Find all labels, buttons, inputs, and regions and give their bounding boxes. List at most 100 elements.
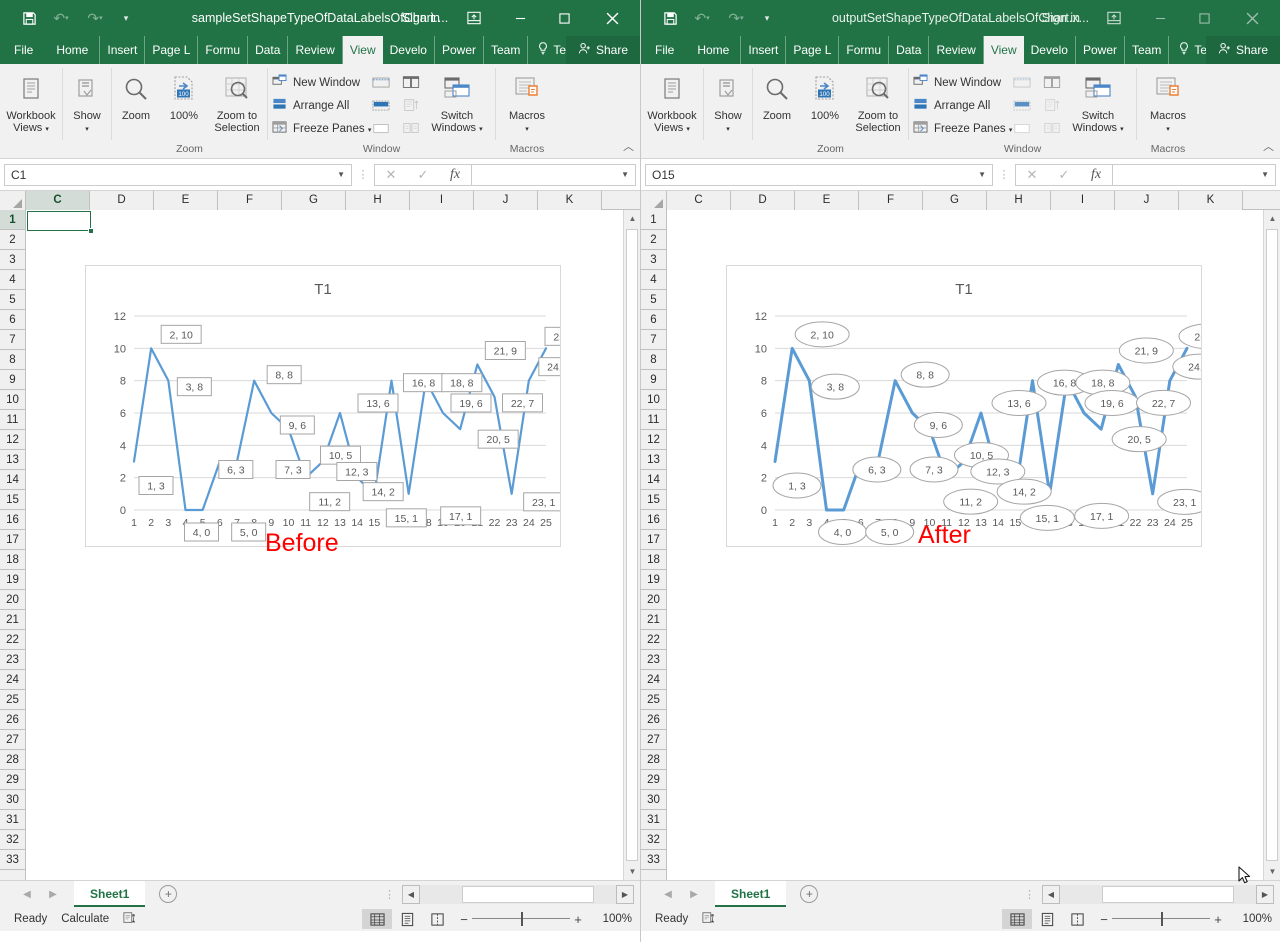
scroll-left-icon[interactable]: ◀: [402, 885, 420, 904]
row-header-2[interactable]: 2: [641, 230, 666, 250]
maximize-icon[interactable]: [544, 0, 584, 36]
row-header-25[interactable]: 25: [641, 690, 666, 710]
data-label[interactable]: 17, 1: [441, 507, 481, 525]
row-header-16[interactable]: 16: [0, 510, 25, 530]
zoom-out-icon[interactable]: −: [456, 912, 472, 927]
scroll-up-icon[interactable]: ▲: [624, 210, 640, 227]
row-header-20[interactable]: 20: [641, 590, 666, 610]
collapse-ribbon-icon[interactable]: ︿: [623, 138, 634, 154]
tab-insert[interactable]: Insert: [741, 36, 786, 64]
column-header-J[interactable]: J: [1115, 191, 1179, 210]
row-header-12[interactable]: 12: [0, 430, 25, 450]
row-header-18[interactable]: 18: [0, 550, 25, 570]
data-label[interactable]: 22, 7: [1137, 390, 1191, 415]
data-label[interactable]: 5, 0: [232, 523, 266, 541]
data-label[interactable]: 21, 9: [485, 342, 525, 360]
zoom-slider[interactable]: − +: [456, 909, 586, 929]
column-header-I[interactable]: I: [410, 191, 474, 210]
data-label[interactable]: 20, 5: [478, 430, 518, 448]
split-button[interactable]: [1007, 71, 1037, 94]
name-box[interactable]: C1 ▼: [4, 164, 352, 186]
data-label[interactable]: 1, 3: [139, 477, 173, 495]
row-header-5[interactable]: 5: [641, 290, 666, 310]
reset-window-position-button[interactable]: [1037, 117, 1067, 140]
row-header-24[interactable]: 24: [641, 670, 666, 690]
undo-icon[interactable]: ↶ ▾: [691, 0, 713, 36]
data-label[interactable]: 14, 2: [363, 483, 403, 501]
insert-function-icon[interactable]: fx: [439, 167, 471, 183]
tab-team[interactable]: Team: [484, 36, 527, 64]
freeze-panes-button[interactable]: Freeze Panes ▾: [909, 117, 1007, 140]
data-label[interactable]: 6, 3: [853, 457, 901, 482]
data-label[interactable]: 24, 8: [1173, 354, 1201, 379]
data-label[interactable]: 4, 0: [185, 523, 219, 541]
row-header-33[interactable]: 33: [0, 850, 25, 870]
tab-data[interactable]: Data: [248, 36, 288, 64]
row-header-29[interactable]: 29: [641, 770, 666, 790]
data-label[interactable]: 20, 5: [1112, 427, 1166, 452]
vertical-scroll-thumb[interactable]: [1266, 229, 1278, 861]
customize-qat-icon[interactable]: ▾: [118, 0, 134, 36]
data-label[interactable]: 16, 8: [404, 374, 444, 392]
row-header-19[interactable]: 19: [0, 570, 25, 590]
data-label[interactable]: 12, 3: [337, 463, 377, 481]
synchronous-scrolling-button[interactable]: [396, 94, 426, 117]
tab-page-layout[interactable]: Page L: [145, 36, 198, 64]
data-label[interactable]: 6, 3: [219, 461, 253, 479]
data-label[interactable]: 19, 6: [451, 394, 491, 412]
data-label[interactable]: 23, 1: [524, 493, 560, 511]
page-layout-view-icon[interactable]: [392, 909, 422, 929]
new-window-button[interactable]: New Window: [268, 71, 366, 94]
row-header-5[interactable]: 5: [0, 290, 25, 310]
data-label[interactable]: 21, 9: [1119, 338, 1173, 363]
data-label[interactable]: 22, 7: [503, 394, 543, 412]
column-header-H[interactable]: H: [346, 191, 410, 210]
column-header-C[interactable]: C: [26, 191, 90, 210]
tab-developer[interactable]: Develo: [383, 36, 435, 64]
sheet-tab-sheet1[interactable]: Sheet1: [715, 881, 786, 907]
workbook-views-button[interactable]: Workbook Views ▾: [641, 69, 703, 136]
row-header-12[interactable]: 12: [641, 430, 666, 450]
zoom-out-icon[interactable]: −: [1096, 912, 1112, 927]
selected-cell[interactable]: [27, 211, 91, 231]
data-label[interactable]: 1, 3: [773, 473, 821, 498]
tab-home[interactable]: Home: [686, 36, 741, 64]
enter-formula-icon[interactable]: ✓: [1048, 167, 1080, 183]
prev-sheet-icon[interactable]: ◀: [14, 889, 40, 900]
cancel-formula-icon[interactable]: ✕: [375, 167, 407, 183]
column-header-H[interactable]: H: [987, 191, 1051, 210]
switch-windows-button[interactable]: Switch Windows ▾: [426, 69, 488, 136]
zoom-slider[interactable]: − +: [1096, 909, 1226, 929]
scroll-up-icon[interactable]: ▲: [1264, 210, 1280, 227]
horizontal-scrollbar[interactable]: ◀ ▶: [402, 885, 634, 904]
zoom-track[interactable]: [472, 909, 570, 929]
data-label[interactable]: 23, 1: [1158, 489, 1201, 514]
macros-button[interactable]: Macros▾: [496, 69, 558, 136]
data-label[interactable]: 19, 6: [1085, 391, 1139, 416]
next-sheet-icon[interactable]: ▶: [681, 889, 707, 900]
cancel-formula-icon[interactable]: ✕: [1016, 167, 1048, 183]
row-header-1[interactable]: 1: [0, 210, 25, 230]
formula-bar-grip[interactable]: ⋮: [993, 168, 1015, 181]
vertical-scrollbar[interactable]: ▲ ▼: [1263, 210, 1280, 880]
data-label[interactable]: 9, 6: [280, 416, 314, 434]
unhide-window-button[interactable]: [1007, 117, 1037, 140]
chart-series-line[interactable]: [134, 348, 546, 510]
expand-formula-bar-icon[interactable]: ▼: [621, 170, 629, 179]
data-label[interactable]: 17, 1: [1075, 503, 1129, 528]
column-header-E[interactable]: E: [795, 191, 859, 210]
row-header-31[interactable]: 31: [0, 810, 25, 830]
normal-view-icon[interactable]: [1002, 909, 1032, 929]
expand-formula-bar-icon[interactable]: ▼: [1261, 170, 1269, 179]
row-header-18[interactable]: 18: [641, 550, 666, 570]
row-header-32[interactable]: 32: [641, 830, 666, 850]
row-header-19[interactable]: 19: [641, 570, 666, 590]
column-header-F[interactable]: F: [859, 191, 923, 210]
add-sheet-icon[interactable]: +: [800, 885, 818, 903]
scroll-down-icon[interactable]: ▼: [1264, 863, 1280, 880]
row-header-16[interactable]: 16: [641, 510, 666, 530]
ribbon-display-options-icon[interactable]: [460, 0, 488, 36]
row-header-24[interactable]: 24: [0, 670, 25, 690]
column-header-E[interactable]: E: [154, 191, 218, 210]
zoom-thumb[interactable]: [1161, 912, 1163, 926]
